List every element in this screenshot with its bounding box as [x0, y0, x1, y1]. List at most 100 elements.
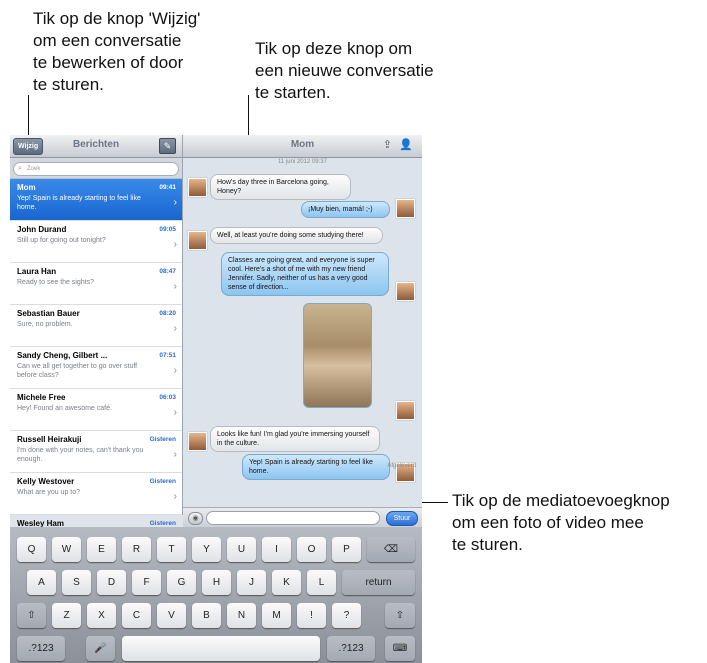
- callout-line: om een foto of video mee: [452, 513, 644, 532]
- numbers-key[interactable]: .?123: [327, 636, 375, 661]
- key-y[interactable]: Y: [192, 537, 221, 562]
- key-e[interactable]: E: [87, 537, 116, 562]
- contact-name: Michele Free: [17, 393, 66, 402]
- numbers-key[interactable]: .?123: [17, 636, 65, 661]
- message-bubble: How's day three in Barcelona going, Hone…: [210, 174, 351, 200]
- callout-line: te bewerken of door: [33, 53, 184, 72]
- space-key[interactable]: [122, 636, 320, 661]
- key-2[interactable]: C: [122, 603, 151, 628]
- message-preview: Yep! Spain is already starting to feel l…: [17, 195, 141, 211]
- key-5[interactable]: N: [227, 603, 256, 628]
- message-time: Gisteren: [149, 436, 176, 443]
- callout-media: Tik op de mediatoevoegknop om een foto o…: [452, 490, 670, 556]
- conversation-navbar: Mom ⇪ 👤: [183, 135, 422, 158]
- key-6[interactable]: M: [262, 603, 291, 628]
- key-f[interactable]: F: [132, 570, 161, 595]
- list-item[interactable]: Michele Free 06:03 Hey! Found an awesome c…: [10, 389, 182, 431]
- microphone-icon[interactable]: 🎤: [86, 636, 115, 661]
- key-a[interactable]: A: [27, 570, 56, 595]
- key-l[interactable]: L: [307, 570, 336, 595]
- key-8[interactable]: ?: [332, 603, 361, 628]
- message-time: 08:20: [159, 310, 176, 317]
- key-w[interactable]: W: [52, 537, 81, 562]
- search-input[interactable]: ⌕ Zoek: [13, 162, 179, 176]
- chevron-right-icon: ›: [173, 365, 177, 376]
- keyboard-hide-icon[interactable]: ⌨: [385, 636, 415, 661]
- contact-name: Sebastian Bauer: [17, 309, 80, 318]
- compose-icon[interactable]: ✎: [159, 138, 176, 154]
- message-preview: Sure, no problem.: [17, 321, 73, 328]
- list-item[interactable]: John Durand 09:05 Still up for going out t…: [10, 221, 182, 263]
- key-q[interactable]: Q: [17, 537, 46, 562]
- list-item[interactable]: Laura Han 08:47 Ready to see the sights? ›: [10, 263, 182, 305]
- message-bubble: Looks like fun! I'm glad you're immersin…: [210, 426, 380, 452]
- callout-compose: Tik op deze knop om een nieuwe conversat…: [255, 38, 434, 104]
- chevron-right-icon: ›: [173, 491, 177, 502]
- callout-line: te sturen.: [33, 75, 104, 94]
- message-preview: Can we all get together to go over stuff…: [17, 363, 138, 379]
- message-time: 09:41: [159, 184, 176, 191]
- camera-icon[interactable]: ◉: [188, 512, 203, 525]
- message-time: 07:51: [159, 352, 176, 359]
- key-d[interactable]: D: [97, 570, 126, 595]
- message-input-bar: ◉ Stuur: [183, 507, 422, 528]
- key-o[interactable]: O: [297, 537, 326, 562]
- share-icon[interactable]: ⇪: [383, 138, 392, 151]
- message-time: 08:47: [159, 268, 176, 275]
- chevron-right-icon: ›: [173, 323, 177, 334]
- backspace-icon[interactable]: ⌫: [367, 537, 415, 562]
- key-g[interactable]: G: [167, 570, 196, 595]
- conversation-pane: Mom ⇪ 👤 11 juni 2012 09:37 How's day thr…: [183, 135, 422, 515]
- message-preview: Hey! Found an awesome café.: [17, 405, 112, 412]
- key-j[interactable]: J: [237, 570, 266, 595]
- callout-line: te sturen.: [452, 535, 523, 554]
- avatar: [188, 178, 207, 197]
- list-item[interactable]: Sebastian Bauer 08:20 Sure, no problem. ›: [10, 305, 182, 347]
- search-icon: ⌕: [18, 165, 22, 172]
- contact-name: John Durand: [17, 225, 67, 234]
- list-item[interactable]: Sandy Cheng, Gilbert ... 07:51 Can we all …: [10, 347, 182, 389]
- key-1[interactable]: X: [87, 603, 116, 628]
- key-r[interactable]: R: [122, 537, 151, 562]
- key-t[interactable]: T: [157, 537, 186, 562]
- send-button[interactable]: Stuur: [386, 511, 418, 526]
- avatar: [188, 432, 207, 451]
- message-photo[interactable]: [303, 303, 372, 408]
- list-item[interactable]: Russell Heirakuji Gisteren I'm done with y…: [10, 431, 182, 473]
- list-item[interactable]: Mom 09:41 Yep! Spain is already starting t…: [10, 179, 182, 221]
- chevron-right-icon: ›: [173, 239, 177, 250]
- conversation-date: 11 juni 2012 09:37: [278, 159, 327, 165]
- key-s[interactable]: S: [62, 570, 91, 595]
- avatar: [396, 401, 415, 420]
- callout-line: Tik op deze knop om: [255, 39, 413, 58]
- message-bubble: ¡Muy bien, mamá! ;-): [301, 201, 390, 218]
- key-h[interactable]: H: [202, 570, 231, 595]
- shift-icon[interactable]: ⇧: [385, 603, 415, 628]
- callout-line: een nieuwe conversatie: [255, 61, 434, 80]
- key-3[interactable]: V: [157, 603, 186, 628]
- key-4[interactable]: B: [192, 603, 221, 628]
- chevron-right-icon: ›: [173, 281, 177, 292]
- conversation-sidebar: Wijzig Berichten ✎ ⌕ Zoek Mom 09:41 Yep! S…: [10, 135, 183, 557]
- key-7[interactable]: !: [297, 603, 326, 628]
- contact-name: Sandy Cheng, Gilbert ...: [17, 351, 108, 360]
- list-item[interactable]: Kelly Westover Gisteren What are you up to…: [10, 473, 182, 515]
- key-i[interactable]: I: [262, 537, 291, 562]
- message-bubble: Yep! Spain is already starting to feel l…: [242, 454, 390, 480]
- key-u[interactable]: U: [227, 537, 256, 562]
- avatar: [396, 282, 415, 301]
- shift-icon[interactable]: ⇧: [17, 603, 46, 628]
- avatar: [396, 199, 415, 218]
- message-time: 06:03: [159, 394, 176, 401]
- key-0[interactable]: Z: [52, 603, 81, 628]
- contact-icon[interactable]: 👤: [399, 138, 413, 151]
- message-time: Gisteren: [149, 478, 176, 485]
- key-k[interactable]: K: [272, 570, 301, 595]
- message-input[interactable]: [206, 511, 380, 525]
- message-time: Gisteren: [149, 520, 176, 527]
- return-key[interactable]: return: [342, 570, 415, 595]
- callout-line: om een conversatie: [33, 31, 182, 50]
- chevron-right-icon: ›: [173, 197, 177, 208]
- ipad-screen: Wijzig Berichten ✎ ⌕ Zoek Mom 09:41 Yep! S…: [10, 135, 422, 663]
- key-p[interactable]: P: [332, 537, 361, 562]
